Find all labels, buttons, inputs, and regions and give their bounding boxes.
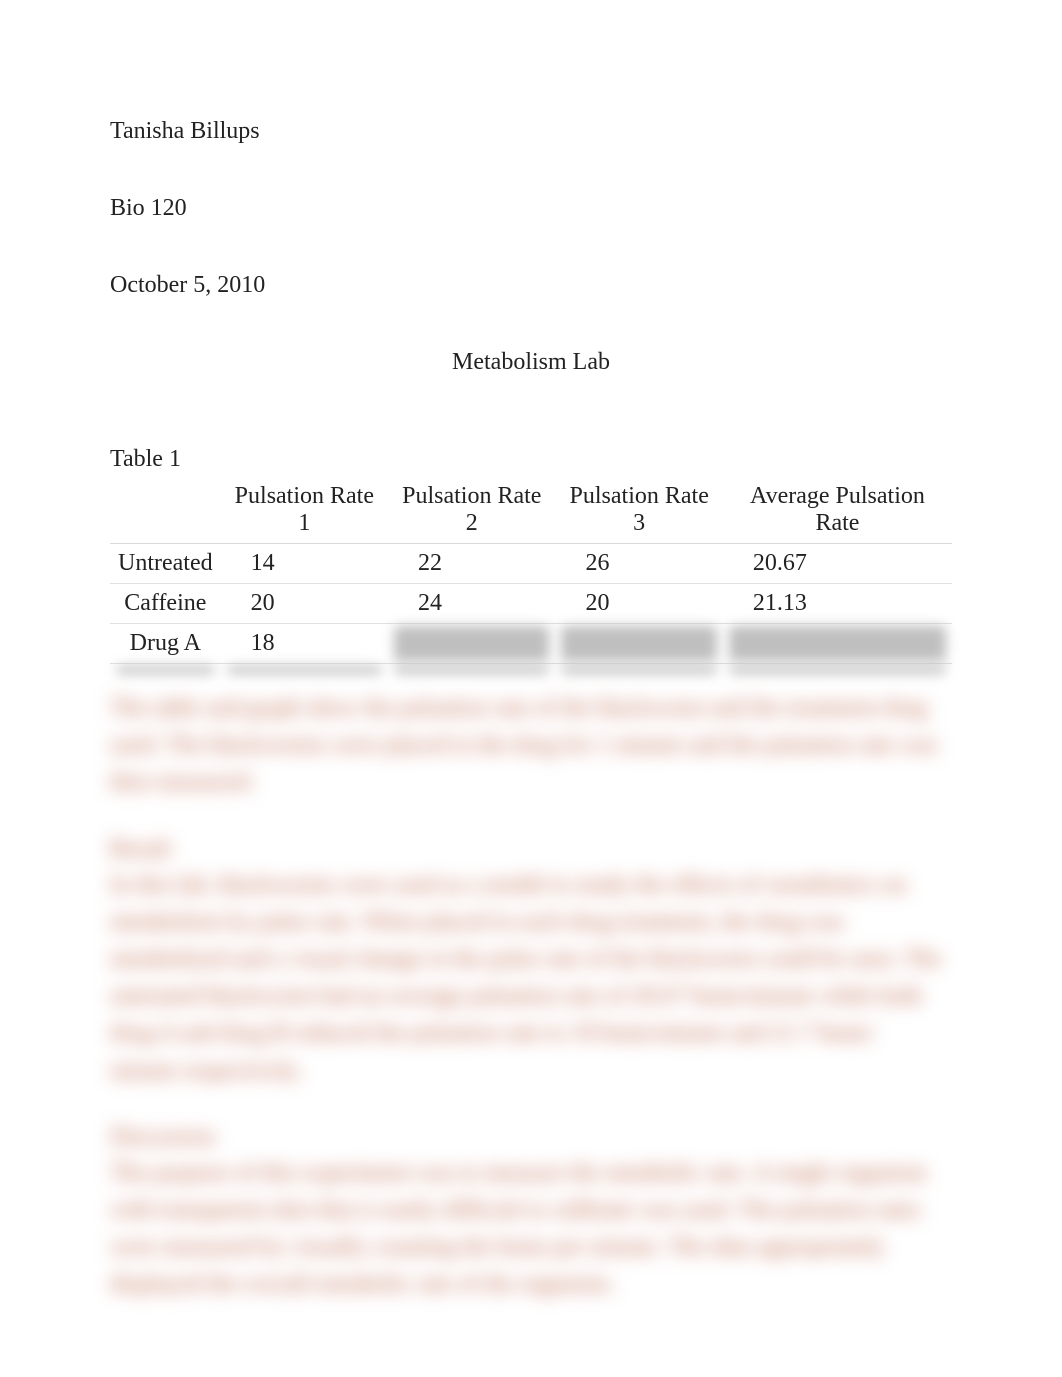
col-rate-3: Pulsation Rate 3 [555, 477, 722, 544]
cell: 24 [388, 584, 555, 624]
col-rate-1: Pulsation Rate 1 [221, 477, 388, 544]
body-line: drug A and drug B reduced the pulsation … [110, 1015, 952, 1052]
cell: 21.13 [723, 584, 952, 624]
row-label: Drug A [110, 624, 221, 664]
results-body: In this lab, blackworms were used as a m… [110, 867, 952, 1090]
cell: 20 [221, 584, 388, 624]
cell-obscured [388, 624, 555, 664]
cell-obscured [388, 664, 555, 677]
table-caption: The table and graph show the pulsation r… [110, 690, 952, 802]
cell: 14 [221, 544, 388, 584]
locked-preview-region: The table and graph show the pulsation r… [110, 690, 952, 1303]
col-avg: Average Pulsation Rate [723, 477, 952, 544]
cell-obscured [723, 624, 952, 664]
course-line: Bio 120 [110, 195, 952, 222]
discussion-section: Discussion The purpose of this experimen… [110, 1124, 952, 1304]
row-label: Untreated [110, 544, 221, 584]
document-page: Tanisha Billups Bio 120 October 5, 2010 … [0, 0, 1062, 1377]
body-line: untreated blackworm had an average pulsa… [110, 978, 952, 1015]
caption-line: used. The blackworms were placed in the … [110, 727, 952, 764]
pulsation-table: Pulsation Rate 1 Pulsation Rate 2 Pulsat… [110, 477, 952, 676]
discussion-body: The purpose of this experiment was to me… [110, 1155, 952, 1304]
body-line: were measured by visually counting the b… [110, 1229, 952, 1266]
cell-obscured [221, 664, 388, 677]
col-rate-2: Pulsation Rate 2 [388, 477, 555, 544]
row-label-obscured [110, 664, 221, 677]
cell: 26 [555, 544, 722, 584]
cell: 20 [555, 584, 722, 624]
body-line: The purpose of this experiment was to me… [110, 1155, 952, 1192]
date-line: October 5, 2010 [110, 272, 952, 299]
body-line: displayed the overall metabolic rate of … [110, 1266, 952, 1303]
cell-obscured [723, 664, 952, 677]
results-section: Result In this lab, blackworms were used… [110, 836, 952, 1090]
cell: 22 [388, 544, 555, 584]
body-line: minute respectively. [110, 1053, 952, 1090]
cell: 18 [221, 624, 388, 664]
table-header-row: Pulsation Rate 1 Pulsation Rate 2 Pulsat… [110, 477, 952, 544]
caption-line: then measured. [110, 764, 952, 801]
table-row-obscured [110, 664, 952, 677]
body-line: with transparent skin that is easily dif… [110, 1192, 952, 1229]
table-row: Drug A 18 [110, 624, 952, 664]
caption-line: The table and graph show the pulsation r… [110, 690, 952, 727]
body-line: In this lab, blackworms were used as a m… [110, 867, 952, 904]
cell-obscured [555, 624, 722, 664]
results-heading: Result [110, 836, 952, 863]
cell-obscured [555, 664, 722, 677]
cell: 20.67 [723, 544, 952, 584]
table-row: Untreated 14 22 26 20.67 [110, 544, 952, 584]
discussion-heading: Discussion [110, 1124, 952, 1151]
body-line: metabolism by pulse rate. When placed in… [110, 904, 952, 941]
col-blank [110, 477, 221, 544]
body-line: metabolized and a visual change in the p… [110, 941, 952, 978]
author-line: Tanisha Billups [110, 118, 952, 145]
table-label: Table 1 [110, 446, 952, 473]
page-title: Metabolism Lab [110, 349, 952, 376]
row-label: Caffeine [110, 584, 221, 624]
table-row: Caffeine 20 24 20 21.13 [110, 584, 952, 624]
